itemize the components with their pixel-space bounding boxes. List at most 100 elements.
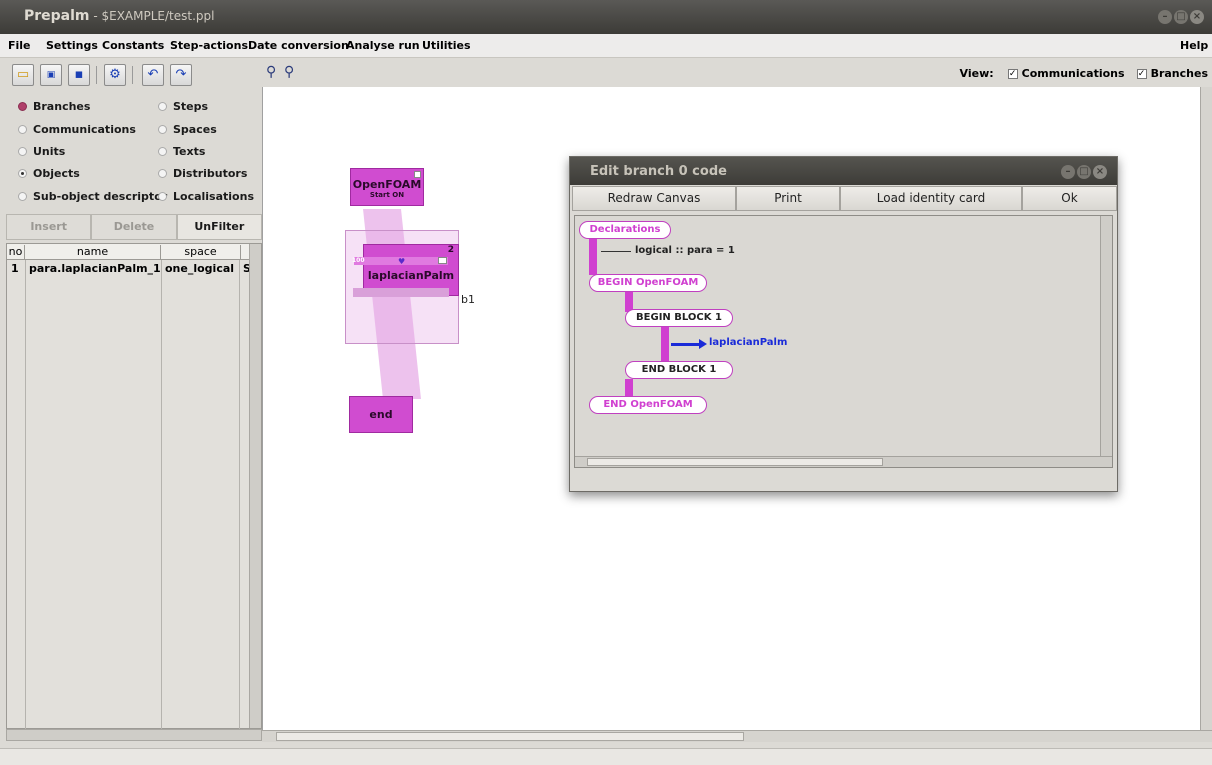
- zoom-in-icon[interactable]: ⚲: [284, 64, 294, 80]
- end-openfoam-pill[interactable]: END OpenFOAM: [589, 396, 707, 414]
- window-title: Prepalm - $EXAMPLE/test.ppl: [24, 8, 214, 24]
- radio-label: Spaces: [173, 123, 217, 136]
- unit-icon[interactable]: ▣: [40, 64, 62, 86]
- radio-icon: [18, 125, 27, 134]
- redo-icon[interactable]: ↷: [170, 64, 192, 86]
- call-arrow-icon: [671, 343, 701, 346]
- maximize-icon[interactable]: □: [1077, 165, 1091, 179]
- objects-table: no name space 1 para.laplacianPalm_1 one…: [6, 243, 262, 729]
- end-node[interactable]: end: [349, 396, 413, 433]
- menu-step-actions[interactable]: Step-actions: [170, 39, 248, 52]
- branches-checkbox[interactable]: ✓: [1136, 68, 1147, 79]
- save-icon[interactable]: ▪: [68, 64, 90, 86]
- menu-file[interactable]: File: [8, 39, 31, 52]
- radio-label: Units: [33, 145, 66, 158]
- branch-bar: [589, 237, 597, 275]
- radio-label: Branches: [33, 100, 91, 113]
- radio-branches[interactable]: Branches: [18, 100, 90, 113]
- communications-checkbox[interactable]: ✓: [1007, 68, 1018, 79]
- menu-analyse-run[interactable]: Analyse run: [346, 39, 420, 52]
- dialog-titlebar: Edit branch 0 code – □ ×: [570, 157, 1117, 185]
- radio-selected-icon: [18, 169, 27, 178]
- radio-spaces[interactable]: Spaces: [158, 123, 217, 136]
- delete-button[interactable]: Delete: [91, 214, 177, 240]
- radio-label: Sub-object descriptor: [33, 190, 168, 203]
- unfilter-button[interactable]: UnFilter: [176, 214, 262, 240]
- menu-utilities[interactable]: Utilities: [422, 39, 471, 52]
- branch-bar: [661, 327, 669, 361]
- decl-connector: [601, 251, 631, 252]
- close-icon[interactable]: ×: [1190, 10, 1204, 24]
- radio-distributors[interactable]: Distributors: [158, 167, 247, 180]
- undo-icon[interactable]: ↶: [142, 64, 164, 86]
- toolbar-divider: [132, 66, 133, 84]
- unit-node-footer: [353, 288, 449, 297]
- print-button[interactable]: Print: [736, 186, 840, 211]
- load-identity-card-button[interactable]: Load identity card: [840, 186, 1022, 211]
- block-label: b1: [461, 293, 475, 306]
- menu-help[interactable]: Help: [1180, 39, 1208, 52]
- minimize-icon[interactable]: –: [1061, 165, 1075, 179]
- menu-date-conversion[interactable]: Date conversion: [248, 39, 349, 52]
- radio-label: Localisations: [173, 190, 254, 203]
- dialog-vertical-scrollbar[interactable]: [1100, 216, 1112, 458]
- communications-label: Communications: [1021, 67, 1125, 80]
- insert-button[interactable]: Insert: [6, 214, 92, 240]
- radio-sub-object-descriptor[interactable]: Sub-object descriptor: [18, 190, 167, 203]
- radio-objects[interactable]: Objects: [18, 167, 80, 180]
- scrollbar-thumb[interactable]: [276, 732, 744, 741]
- start-node-title: OpenFOAM: [352, 178, 422, 191]
- view-label: View:: [959, 67, 994, 80]
- canvas-horizontal-scrollbar[interactable]: [262, 730, 1212, 742]
- toolbar-divider: [96, 66, 97, 84]
- maximize-icon[interactable]: □: [1174, 10, 1188, 24]
- node-handle-icon[interactable]: [414, 171, 421, 178]
- cell-name: para.laplacianPalm_1: [29, 262, 161, 275]
- column-header-no[interactable]: no: [7, 245, 25, 260]
- radio-label: Texts: [173, 145, 206, 158]
- minimize-icon[interactable]: –: [1158, 10, 1172, 24]
- call-label: laplacianPalm: [709, 337, 788, 348]
- menu-constants[interactable]: Constants: [102, 39, 164, 52]
- code-canvas[interactable]: Declarations logical :: para = 1 BEGIN O…: [574, 215, 1113, 468]
- table-horizontal-scrollbar[interactable]: [6, 729, 262, 741]
- toolbar: ▭ ▣ ▪ ⚙ ↶ ↷: [0, 60, 262, 90]
- radio-communications[interactable]: Communications: [18, 123, 136, 136]
- end-block-pill[interactable]: END BLOCK 1: [625, 361, 733, 379]
- window-controls: – □ ×: [1158, 10, 1204, 24]
- status-bar: [0, 748, 1212, 765]
- redraw-canvas-button[interactable]: Redraw Canvas: [572, 186, 736, 211]
- radio-icon: [158, 125, 167, 134]
- dialog-horizontal-scrollbar[interactable]: [575, 456, 1112, 467]
- radio-label: Objects: [33, 167, 80, 180]
- close-icon[interactable]: ×: [1093, 165, 1107, 179]
- radio-label: Steps: [173, 100, 209, 113]
- unit-node-badge: 100: [352, 257, 365, 264]
- column-divider: [161, 260, 162, 729]
- scrollbar-thumb[interactable]: [587, 458, 883, 466]
- column-header-space[interactable]: space: [161, 245, 241, 260]
- begin-openfoam-pill[interactable]: BEGIN OpenFOAM: [589, 274, 707, 292]
- node-handle-icon[interactable]: [438, 257, 447, 264]
- begin-block-pill[interactable]: BEGIN BLOCK 1: [625, 309, 733, 327]
- ok-button[interactable]: Ok: [1022, 186, 1117, 211]
- declarations-pill[interactable]: Declarations: [579, 221, 671, 239]
- canvas-vertical-scrollbar[interactable]: [1200, 87, 1212, 730]
- radio-steps[interactable]: Steps: [158, 100, 208, 113]
- column-header-name[interactable]: name: [25, 245, 161, 260]
- branch-bar: [625, 379, 633, 397]
- menu-settings[interactable]: Settings: [46, 39, 98, 52]
- table-row[interactable]: 1 para.laplacianPalm_1 one_logical Sl: [7, 261, 251, 277]
- window-titlebar: Prepalm - $EXAMPLE/test.ppl – □ ×: [0, 0, 1212, 34]
- radio-localisations[interactable]: Localisations: [158, 190, 254, 203]
- zoom-out-icon[interactable]: ⚲: [266, 64, 276, 80]
- radio-units[interactable]: Units: [18, 145, 65, 158]
- open-folder-icon[interactable]: ▭: [12, 64, 34, 86]
- table-vertical-scrollbar[interactable]: [249, 244, 261, 728]
- view-options: View: ✓ Communications ✓ Branches: [960, 67, 1208, 80]
- title-separator: -: [89, 9, 102, 23]
- radio-texts[interactable]: Texts: [158, 145, 205, 158]
- start-node[interactable]: OpenFOAM Start ON: [350, 168, 424, 206]
- app-name: Prepalm: [24, 8, 90, 24]
- settings-icon[interactable]: ⚙: [104, 64, 126, 86]
